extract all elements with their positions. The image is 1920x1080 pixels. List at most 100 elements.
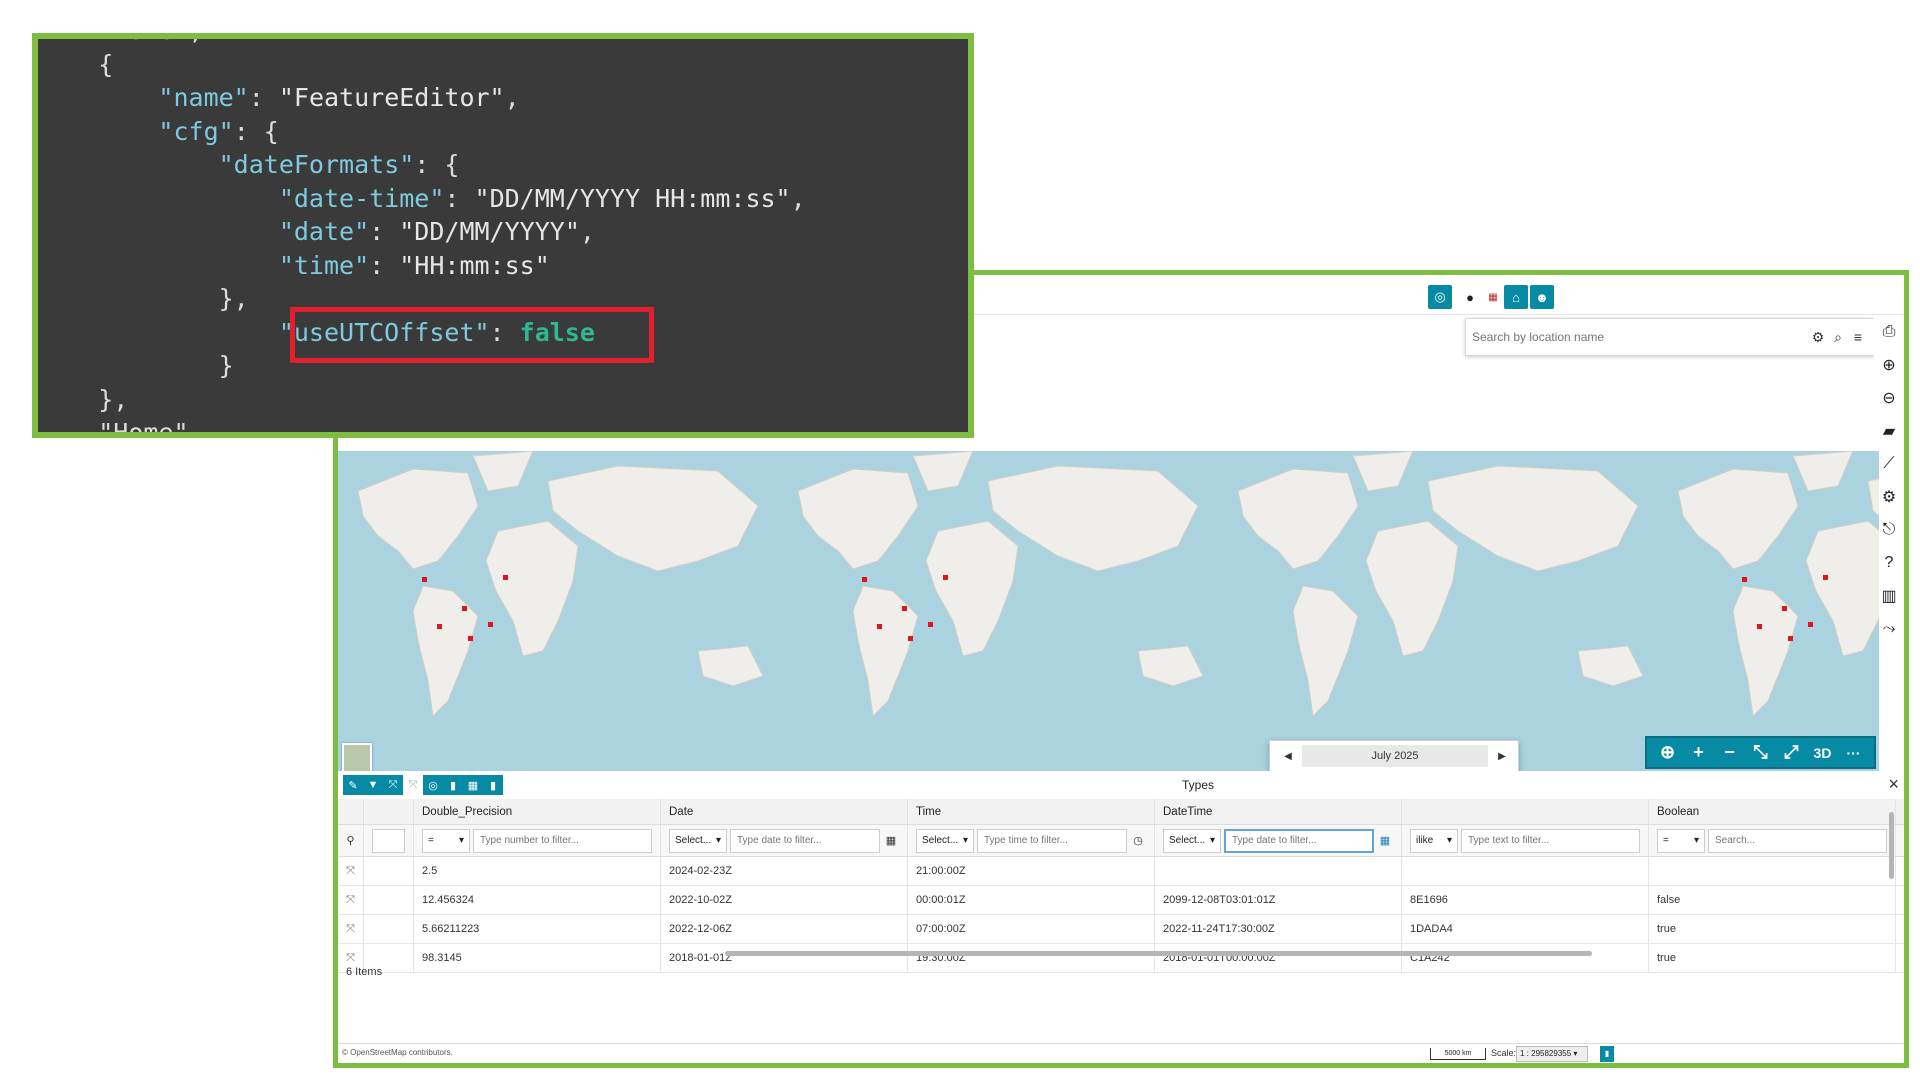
background-selector-thumbnail[interactable] <box>342 743 372 771</box>
feature-point[interactable] <box>468 636 473 641</box>
target-icon[interactable]: ◎ <box>423 775 443 795</box>
vertical-scrollbar-thumb[interactable] <box>1889 812 1894 879</box>
calendar-icon[interactable]: ▦ <box>1377 834 1393 847</box>
feature-point[interactable] <box>1757 624 1762 629</box>
chevron-down-icon: ▾ <box>1209 835 1215 846</box>
chart-icon[interactable]: ▮ <box>443 775 463 795</box>
home-icon[interactable]: ⌂ <box>1504 285 1528 309</box>
header-text[interactable] <box>1402 799 1649 824</box>
zoom-to-selection-icon[interactable]: ⤧ <box>383 775 403 795</box>
table-row[interactable]: ⤧ 5.66211223 2022-12-06Z 07:00:00Z 2022-11-2… <box>338 915 1904 944</box>
text-filter-input[interactable] <box>1461 828 1640 853</box>
map-view[interactable]: ◀ July 2025 ▶ SuMoTuWeThFrSa293001020304… <box>338 451 1879 771</box>
date-filter-input[interactable] <box>730 828 880 853</box>
feature-point[interactable] <box>462 606 467 611</box>
feature-point[interactable] <box>877 624 882 629</box>
header-date[interactable]: Date <box>661 799 908 824</box>
month-label[interactable]: July 2025 <box>1302 745 1488 767</box>
upload-icon[interactable]: ⊕ <box>1874 348 1904 381</box>
boolean-filter-input[interactable] <box>1708 828 1887 853</box>
clock-icon[interactable]: ◷ <box>1130 834 1146 847</box>
search-icon[interactable]: ⌕ <box>1828 329 1848 346</box>
feature-point[interactable] <box>488 622 493 627</box>
feature-point[interactable] <box>1808 622 1813 627</box>
menu-icon[interactable]: ≡ <box>1848 329 1868 345</box>
zoom-to-feature-icon[interactable]: ⤧ <box>338 886 364 914</box>
zoom-to-max-extent-button[interactable]: ⤢ <box>1776 738 1807 767</box>
download-icon[interactable]: ⊖ <box>1874 381 1904 414</box>
calendar-icon[interactable]: ▦ <box>883 834 899 847</box>
fullscreen-button[interactable]: ⤡ <box>1745 738 1776 767</box>
3d-button[interactable]: 3D <box>1807 738 1838 767</box>
chevron-down-icon: ▾ <box>1693 835 1699 846</box>
header-datetime[interactable]: DateTime <box>1155 799 1402 824</box>
feature-point[interactable] <box>908 636 913 641</box>
zoom-to-feature-icon[interactable]: ⤧ <box>338 915 364 943</box>
locate-button[interactable]: ⊕ <box>1652 738 1683 767</box>
prev-month-button[interactable]: ◀ <box>1274 751 1302 762</box>
close-icon[interactable]: × <box>1888 774 1899 795</box>
gear-icon[interactable]: ⚙ <box>1808 329 1828 346</box>
code-punct: { <box>98 49 114 79</box>
feature-point[interactable] <box>437 624 442 629</box>
target-icon[interactable]: ◎ <box>1428 285 1452 309</box>
header-time[interactable]: Time <box>908 799 1155 824</box>
zoom-icon[interactable]: ⤧ <box>403 775 423 795</box>
footer-toggle-button[interactable]: ▮ <box>1600 1046 1614 1062</box>
feature-point[interactable] <box>1782 606 1787 611</box>
table-row[interactable]: ⤧ 12.456324 2022-10-02Z 00:00:01Z 2099-12-08… <box>338 886 1904 915</box>
table-title: Types <box>1181 778 1214 792</box>
scale-select[interactable]: 1 : 295829355 ▾ <box>1516 1046 1588 1062</box>
flag-icon[interactable]: ▦ <box>1481 285 1505 309</box>
time-filter-input[interactable] <box>977 828 1127 853</box>
code-line: "Home", <box>38 39 806 48</box>
time-filter: Select...▾ ◷ <box>908 825 1155 856</box>
world-copy <box>357 451 764 718</box>
feature-point[interactable] <box>943 575 948 580</box>
feature-point[interactable] <box>1742 577 1747 582</box>
table-cell: 8E1696 <box>1402 886 1649 914</box>
info-icon[interactable]: ● <box>1458 285 1482 309</box>
double-operator-select[interactable]: = ▾ <box>422 828 470 853</box>
header-blank <box>364 799 414 824</box>
table-row[interactable]: ⤧ 2.5 2024-02-23Z 21:00:00Z <box>338 857 1904 886</box>
datetime-operator-select[interactable]: Select... ▾ <box>1163 828 1221 853</box>
row-blank-cell <box>364 915 414 943</box>
print-icon[interactable]: ⎙ <box>1874 315 1904 348</box>
table-cell: 2.5 <box>414 857 661 885</box>
zoom-in-button[interactable]: + <box>1683 738 1714 767</box>
filter-icon[interactable]: ▼ <box>363 775 383 795</box>
zoom-out-button[interactable]: − <box>1714 738 1745 767</box>
edit-icon[interactable]: ✎ <box>343 775 363 795</box>
feature-point[interactable] <box>862 577 867 582</box>
time-operator-select[interactable]: Select... ▾ <box>916 828 974 853</box>
feature-point[interactable] <box>422 577 427 582</box>
horizontal-scrollbar-thumb[interactable] <box>725 951 1592 956</box>
pin-icon[interactable]: ⚲ <box>338 825 364 856</box>
header-boolean[interactable]: Boolean <box>1649 799 1896 824</box>
zoom-to-feature-icon[interactable]: ⤧ <box>338 857 364 885</box>
feature-point[interactable] <box>928 622 933 627</box>
date-operator-select[interactable]: Select... ▾ <box>669 828 727 853</box>
double-filter-input[interactable] <box>473 828 652 853</box>
continent-shape <box>412 585 479 718</box>
header-double-precision[interactable]: Double_Precision <box>414 799 661 824</box>
folder-icon[interactable]: ▰ <box>1874 414 1904 447</box>
code-key: "name" <box>158 83 249 112</box>
user-icon[interactable]: ☻ <box>1530 285 1554 309</box>
table-settings-icon[interactable]: ▦ <box>463 775 483 795</box>
next-month-button[interactable]: ▶ <box>1488 751 1516 762</box>
text-operator-select[interactable]: ilike ▾ <box>1410 828 1458 853</box>
feature-point[interactable] <box>1788 636 1793 641</box>
datetime-filter-input[interactable] <box>1224 828 1374 853</box>
feature-point[interactable] <box>503 575 508 580</box>
feature-point[interactable] <box>902 606 907 611</box>
search-input[interactable] <box>1472 330 1808 344</box>
more-button[interactable]: ··· <box>1838 738 1869 767</box>
feature-point[interactable] <box>1823 575 1828 580</box>
continent-shape <box>472 451 534 492</box>
widget-icon[interactable]: ▮ <box>483 775 503 795</box>
blank-filter-input[interactable] <box>372 828 405 853</box>
boolean-operator-select[interactable]: = ▾ <box>1657 828 1705 853</box>
horizontal-scrollbar[interactable] <box>338 949 1904 957</box>
